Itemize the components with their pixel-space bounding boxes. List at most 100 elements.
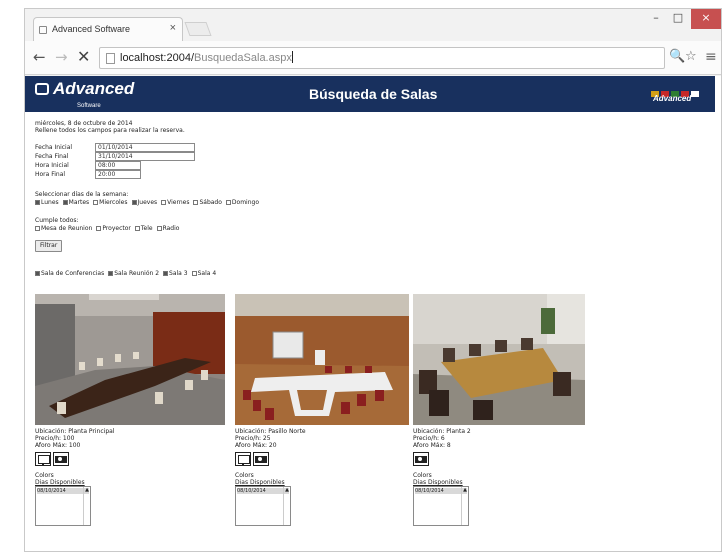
language-flag-icon[interactable] bbox=[691, 91, 699, 97]
equipment-checkbox[interactable] bbox=[156, 226, 162, 231]
page-icon bbox=[106, 53, 115, 64]
stop-loading-icon[interactable]: ✕ bbox=[77, 49, 90, 65]
tab-strip: Advanced Software × – □ × bbox=[25, 9, 721, 41]
day-checkbox[interactable] bbox=[93, 200, 99, 205]
instruction-text: Rellene todos los campos para realizar l… bbox=[35, 127, 185, 134]
browser-menu-icon[interactable]: ≡ bbox=[705, 49, 717, 65]
listbox-scrollbar[interactable]: ▲ bbox=[283, 487, 290, 525]
day-checkbox[interactable] bbox=[193, 200, 199, 205]
filtrar-button[interactable]: Filtrar bbox=[35, 240, 63, 252]
room-colors: Colors bbox=[235, 472, 254, 479]
maximize-button[interactable]: □ bbox=[667, 9, 689, 29]
equipment-option-label: Radio bbox=[162, 225, 180, 232]
minimize-button[interactable]: – bbox=[645, 9, 667, 29]
tab-title: Advanced Software bbox=[52, 24, 131, 34]
hora-inicial-input[interactable]: 08:00 bbox=[95, 161, 141, 170]
room-filter-option-label: Sala 3 bbox=[169, 270, 188, 277]
room-filter-option[interactable]: Sala de Conferencias bbox=[35, 270, 104, 277]
text-caret bbox=[291, 51, 293, 63]
day-option-label: Martes bbox=[68, 199, 90, 206]
room-filter-option-label: Sala de Conferencias bbox=[41, 270, 105, 277]
day-option[interactable]: Jueves bbox=[131, 199, 157, 206]
hora-final-label: Hora Final bbox=[35, 171, 66, 178]
day-option[interactable]: Martes bbox=[62, 199, 90, 206]
equipment-option[interactable]: Tele bbox=[134, 225, 153, 232]
company-logo[interactable]: Advanced Software bbox=[35, 80, 134, 109]
new-tab-button[interactable] bbox=[184, 22, 212, 36]
hora-final-input[interactable]: 20:00 bbox=[95, 170, 141, 179]
day-option[interactable]: Miercoles bbox=[93, 199, 128, 206]
room-aforo: Aforo Máx: 20 bbox=[235, 442, 277, 449]
fecha-final-input[interactable]: 31/10/2014 bbox=[95, 152, 195, 161]
room-equipment bbox=[235, 451, 271, 470]
day-option[interactable]: Sábado bbox=[193, 199, 222, 206]
room-filter-checkbox[interactable] bbox=[163, 271, 169, 276]
room-photo-sala3 bbox=[413, 294, 585, 425]
browser-tab[interactable]: Advanced Software × bbox=[33, 17, 183, 41]
day-option-label: Miercoles bbox=[99, 199, 128, 206]
hora-inicial-label: Hora Inicial bbox=[35, 162, 69, 169]
available-days-listbox[interactable]: 08/10/2014 ▲ bbox=[35, 486, 91, 526]
close-window-button[interactable]: × bbox=[691, 9, 721, 29]
equipment-option[interactable]: Mesa de Reunion bbox=[35, 225, 92, 232]
bookmark-star-icon[interactable]: ☆ bbox=[685, 49, 697, 64]
day-checkbox[interactable] bbox=[35, 200, 40, 205]
room-dias-link[interactable]: Dias Disponibles bbox=[413, 479, 463, 486]
browser-toolbar: ← → ✕ localhost:2004/BusquedaSala.aspx 🔍… bbox=[25, 41, 721, 75]
day-option[interactable]: Lunes bbox=[35, 199, 59, 206]
available-days-listbox[interactable]: 08/10/2014 ▲ bbox=[413, 486, 469, 526]
forward-arrow-icon[interactable]: → bbox=[55, 49, 68, 65]
room-dias-link[interactable]: Dias Disponibles bbox=[235, 479, 285, 486]
zoom-icon[interactable]: 🔍 bbox=[669, 49, 685, 64]
tab-close-icon[interactable]: × bbox=[170, 22, 176, 34]
days-checkbox-group: Lunes Martes Miercoles Jueves Viernes Sábado D… bbox=[35, 199, 263, 206]
room-filter-checkbox[interactable] bbox=[35, 271, 40, 276]
url-text[interactable]: localhost:2004/BusquedaSala.aspx bbox=[120, 51, 293, 64]
room-aforo: Aforo Máx: 8 bbox=[413, 442, 451, 449]
room-filter-option[interactable]: Sala 4 bbox=[191, 270, 216, 277]
back-arrow-icon[interactable]: ← bbox=[33, 49, 46, 65]
listbox-scrollbar[interactable]: ▲ bbox=[83, 487, 90, 525]
day-checkbox[interactable] bbox=[62, 200, 68, 205]
room-filter-checkbox[interactable] bbox=[108, 271, 114, 276]
equipment-checkbox-group: Mesa de Reunion Proyector Tele Radio bbox=[35, 225, 183, 232]
room-ubicacion: Ubicación: Planta 2 bbox=[413, 428, 471, 435]
room-dias-link[interactable]: Dias Disponibles bbox=[35, 479, 85, 486]
available-days-listbox[interactable]: 08/10/2014 ▲ bbox=[235, 486, 291, 526]
listbox-scrollbar[interactable]: ▲ bbox=[461, 487, 468, 525]
room-equipment bbox=[35, 451, 71, 470]
room-card: Ubicación: Pasillo Norte Precio/h: 25 Af… bbox=[235, 294, 425, 534]
day-checkbox[interactable] bbox=[131, 200, 137, 205]
projector-icon bbox=[53, 452, 69, 466]
logo-mark-icon bbox=[35, 83, 49, 95]
day-option-label: Sábado bbox=[199, 199, 222, 206]
room-photo-reunion bbox=[235, 294, 409, 425]
equipment-checkbox[interactable] bbox=[134, 226, 140, 231]
room-card: Ubicación: Planta 2 Precio/h: 6 Aforo Má… bbox=[413, 294, 603, 534]
room-aforo: Aforo Máx: 100 bbox=[35, 442, 81, 449]
equipment-option[interactable]: Proyector bbox=[96, 225, 131, 232]
list-item[interactable]: 08/10/2014 bbox=[37, 488, 89, 494]
day-checkbox[interactable] bbox=[161, 200, 167, 205]
fecha-inicial-input[interactable]: 01/10/2014 bbox=[95, 143, 195, 152]
room-filter-checkbox[interactable] bbox=[191, 271, 197, 276]
equipment-checkbox[interactable] bbox=[96, 226, 102, 231]
equipment-option[interactable]: Radio bbox=[156, 225, 180, 232]
day-checkbox[interactable] bbox=[225, 200, 231, 205]
room-filter-option[interactable]: Sala 3 bbox=[163, 270, 188, 277]
screen-icon bbox=[235, 452, 251, 466]
list-item[interactable]: 08/10/2014 bbox=[415, 488, 467, 494]
day-option[interactable]: Viernes bbox=[161, 199, 189, 206]
url-path: BusquedaSala.aspx bbox=[194, 52, 292, 64]
equipment-checkbox[interactable] bbox=[35, 226, 40, 231]
address-bar[interactable]: localhost:2004/BusquedaSala.aspx bbox=[99, 47, 665, 69]
day-option-label: Lunes bbox=[41, 199, 59, 206]
room-filter-option[interactable]: Sala Reunión 2 bbox=[108, 270, 159, 277]
projector-icon bbox=[253, 452, 269, 466]
room-ubicacion: Ubicación: Planta Principal bbox=[35, 428, 115, 435]
day-option[interactable]: Domingo bbox=[225, 199, 259, 206]
fecha-final-label: Fecha Final bbox=[35, 153, 69, 160]
room-photo-conferencias bbox=[35, 294, 225, 425]
days-label: Seleccionar días de la semana: bbox=[35, 191, 129, 198]
list-item[interactable]: 08/10/2014 bbox=[237, 488, 289, 494]
